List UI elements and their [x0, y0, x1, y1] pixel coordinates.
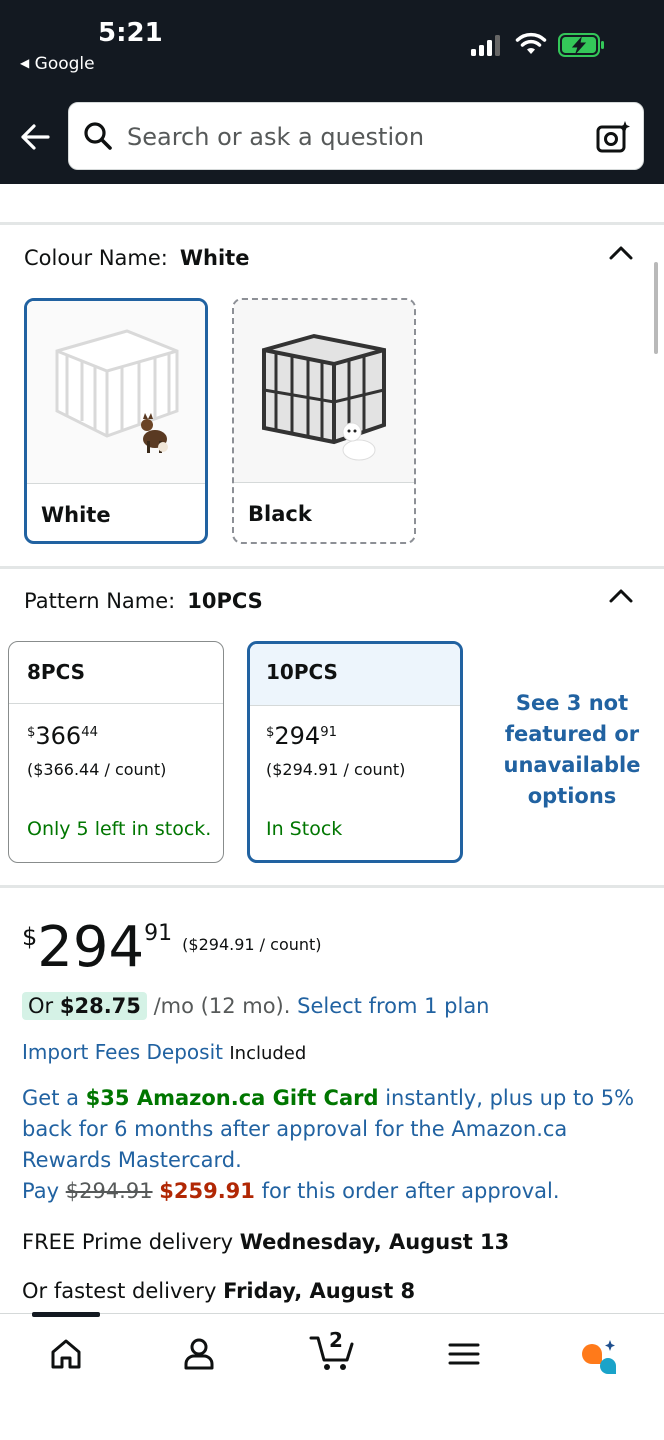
delivery-prefix: FREE Prime delivery [22, 1230, 234, 1254]
price-cents: 91 [144, 921, 173, 946]
monthly-term: /mo (12 mo). [153, 994, 291, 1018]
swatch-divider [27, 483, 205, 484]
colour-selected-value: White [179, 246, 250, 270]
pattern-option-name: 8PCS [27, 660, 86, 684]
bottom-nav: 2 [0, 1313, 664, 1440]
promo-gift-card: $35 Amazon.ca Gift Card [85, 1086, 379, 1110]
promo-text: for this order after approval. [261, 1179, 560, 1203]
monthly-amount: $28.75 [59, 994, 141, 1018]
back-app-label: Google [34, 54, 95, 74]
promo-pay: Pay [22, 1179, 60, 1203]
search-input[interactable]: Search or ask a question [127, 123, 424, 151]
prime-delivery: FREE Prime delivery Wednesday, August 13 [22, 1230, 509, 1254]
price-row: $29491 ($294.91 / count) [22, 915, 322, 980]
monthly-amount-badge: Or $28.75 [22, 992, 147, 1020]
divider [0, 566, 664, 569]
menu-icon[interactable] [446, 1336, 482, 1372]
monthly-prefix: Or [28, 994, 54, 1018]
pattern-option-header: 10PCS [250, 644, 460, 706]
promo-new-price: $259.91 [159, 1179, 255, 1203]
import-fees: Import Fees Deposit Included [22, 1040, 306, 1064]
pattern-option-name: 10PCS [266, 660, 338, 684]
back-triangle-icon: ◀ [20, 56, 30, 70]
cart-count: 2 [329, 1328, 343, 1352]
back-arrow-icon[interactable] [18, 120, 52, 154]
colour-option-white[interactable]: White [24, 298, 208, 544]
price-unit: ($294.91 / count) [182, 935, 322, 954]
promo-text: Get a [22, 1086, 79, 1110]
pattern-option-10pcs[interactable]: 10PCS $29491 ($294.91 / count) In Stock [247, 641, 463, 863]
nav-active-indicator [32, 1312, 100, 1317]
fastest-delivery: Or fastest delivery Friday, August 8 [22, 1279, 415, 1303]
pattern-name-label: Pattern Name: 10PCS [24, 589, 263, 613]
see-more-options-link[interactable]: See 3 not featured or unavailable option… [494, 688, 650, 812]
pattern-option-8pcs[interactable]: 8PCS $36644 ($366.44 / count) Only 5 lef… [8, 641, 224, 863]
camera-search-icon[interactable] [595, 119, 631, 155]
swatch-divider [234, 482, 414, 483]
status-time: 5:21 [98, 18, 163, 48]
colour-name-label: Colour Name: White [24, 246, 249, 270]
back-to-app-link[interactable]: ◀ Google [20, 54, 95, 74]
rufus-icon[interactable] [578, 1336, 618, 1376]
divider [0, 222, 664, 225]
main-price: $29491 [22, 915, 172, 980]
colour-option-label: White [41, 503, 111, 527]
search-icon [84, 122, 112, 150]
pattern-selected-value: 10PCS [187, 589, 263, 613]
divider [0, 885, 664, 888]
cart-button[interactable]: 2 [309, 1328, 357, 1372]
pattern-option-header: 8PCS [9, 642, 223, 704]
pattern-label-text: Pattern Name: [24, 589, 176, 613]
price-dollars: 366 [35, 722, 82, 750]
pattern-option-price: $36644 [27, 722, 98, 750]
price-cents: 44 [81, 724, 98, 740]
import-fees-value: Included [229, 1043, 307, 1064]
pattern-option-stock: Only 5 left in stock. [27, 818, 212, 840]
price-dollars: 294 [274, 722, 321, 750]
black-playpen-image [234, 300, 414, 482]
price-symbol: $ [22, 923, 38, 951]
app-header: 5:21 ◀ Google Search or ask a question [0, 0, 664, 184]
collapse-chevron-icon[interactable] [608, 587, 634, 605]
promo-old-price: $294.91 [65, 1179, 153, 1203]
delivery-date: Friday, August 8 [223, 1279, 416, 1303]
colour-option-label: Black [248, 502, 312, 526]
delivery-date: Wednesday, August 13 [239, 1230, 510, 1254]
price-cents: 91 [320, 724, 337, 740]
search-bar[interactable]: Search or ask a question [68, 102, 644, 170]
scrollbar[interactable] [654, 262, 658, 354]
account-icon[interactable] [181, 1336, 217, 1372]
pattern-option-price: $29491 [266, 722, 337, 750]
price-dollars: 294 [37, 915, 145, 980]
white-playpen-image [27, 301, 205, 483]
pattern-option-stock: In Stock [266, 818, 343, 840]
cellular-signal-icon [471, 35, 500, 56]
credit-card-promo[interactable]: Get a $35 Amazon.ca Gift Card instantly,… [22, 1083, 642, 1207]
import-fees-link[interactable]: Import Fees Deposit [22, 1040, 223, 1064]
pattern-option-unit-price: ($366.44 / count) [27, 760, 167, 779]
battery-charging-icon [558, 33, 604, 57]
delivery-prefix: Or fastest delivery [22, 1279, 217, 1303]
pattern-option-unit-price: ($294.91 / count) [266, 760, 406, 779]
monthly-payment: Or $28.75 /mo (12 mo). Select from 1 pla… [22, 992, 490, 1020]
collapse-chevron-icon[interactable] [608, 244, 634, 262]
wifi-icon [515, 32, 547, 54]
select-plan-link[interactable]: Select from 1 plan [297, 994, 489, 1018]
colour-label-text: Colour Name: [24, 246, 168, 270]
home-icon[interactable] [48, 1336, 84, 1372]
colour-option-black[interactable]: Black [232, 298, 416, 544]
